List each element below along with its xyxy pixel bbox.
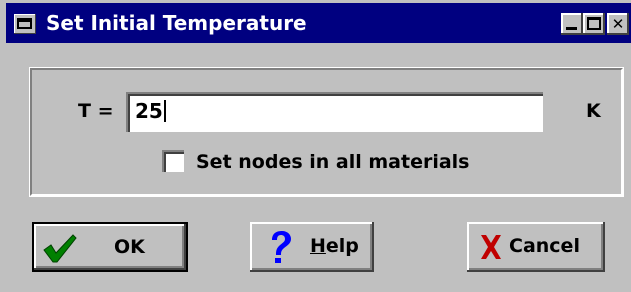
- help-mnemonic: H: [310, 235, 326, 257]
- text-caret: [163, 100, 166, 122]
- close-icon[interactable]: [607, 13, 629, 35]
- temperature-input[interactable]: 25: [126, 92, 543, 132]
- temperature-label: T =: [78, 100, 114, 122]
- cancel-button[interactable]: Cancel: [467, 222, 605, 272]
- cancel-button-label: Cancel: [509, 235, 580, 257]
- help-label-rest: elp: [325, 235, 359, 257]
- unit-label: K: [586, 100, 601, 122]
- dialog-title: Set Initial Temperature: [46, 11, 307, 35]
- temperature-group-panel: [29, 67, 624, 197]
- help-button[interactable]: Help: [250, 222, 374, 272]
- minimize-icon[interactable]: [561, 13, 583, 35]
- maximize-icon[interactable]: [583, 13, 605, 35]
- blue-question-icon: [268, 230, 294, 269]
- set-initial-temperature-dialog: Set Initial Temperature T = 25 K Set nod…: [0, 0, 631, 292]
- green-check-icon: [42, 232, 78, 269]
- help-button-label: Help: [310, 234, 359, 258]
- title-bar[interactable]: Set Initial Temperature: [6, 3, 631, 43]
- all-materials-checkbox-label[interactable]: Set nodes in all materials: [196, 150, 470, 174]
- window-menu-icon[interactable]: [14, 14, 36, 34]
- ok-button-label: OK: [114, 236, 145, 258]
- temperature-value: 25: [135, 99, 163, 123]
- red-x-icon: [479, 234, 503, 265]
- all-materials-checkbox[interactable]: [162, 150, 184, 172]
- ok-button[interactable]: OK: [32, 222, 188, 272]
